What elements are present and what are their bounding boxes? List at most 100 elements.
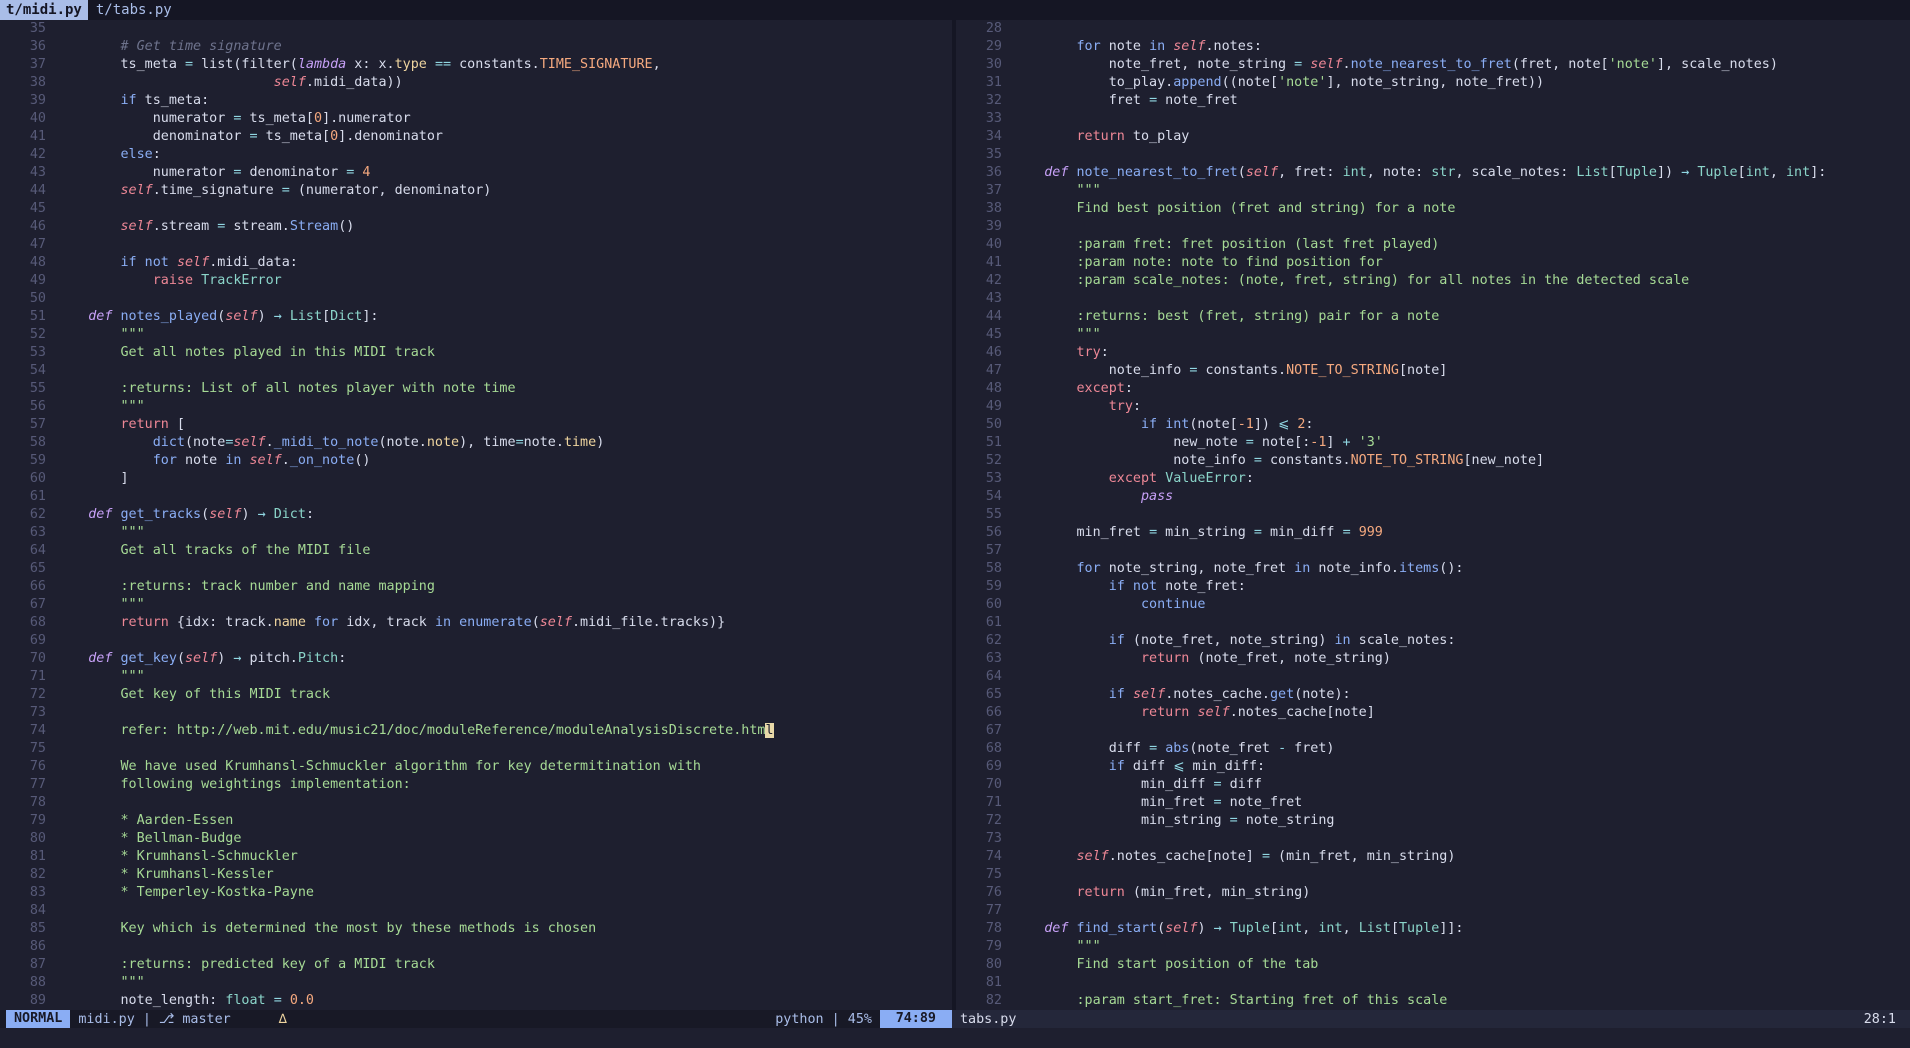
tab-active[interactable]: t/midi.py xyxy=(0,0,88,20)
code-line[interactable]: 40 numerator = ts_meta[0].numerator xyxy=(0,110,952,128)
code-line[interactable]: 55 :returns: List of all notes player wi… xyxy=(0,380,952,398)
code-line[interactable]: 59 for note in self._on_note() xyxy=(0,452,952,470)
code-line[interactable]: 54 pass xyxy=(956,488,1910,506)
code-line[interactable]: 46 try: xyxy=(956,344,1910,362)
code-line[interactable]: 47 note_info = constants.NOTE_TO_STRING[… xyxy=(956,362,1910,380)
code-line[interactable]: 71 """ xyxy=(0,668,952,686)
code-line[interactable]: 58 for note_string, note_fret in note_in… xyxy=(956,560,1910,578)
code-line[interactable]: 30 note_fret, note_string = self.note_ne… xyxy=(956,56,1910,74)
code-line[interactable]: 41 :param note: note to find position fo… xyxy=(956,254,1910,272)
code-line[interactable]: 70 def get_key(self) → pitch.Pitch: xyxy=(0,650,952,668)
code-line[interactable]: 42 :param scale_notes: (note, fret, stri… xyxy=(956,272,1910,290)
code-line[interactable]: 69 if diff ⩽ min_diff: xyxy=(956,758,1910,776)
code-line[interactable]: 77 following weightings implementation: xyxy=(0,776,952,794)
code-line[interactable]: 36 # Get time signature xyxy=(0,38,952,56)
code-line[interactable]: 39 xyxy=(956,218,1910,236)
code-line[interactable]: 65 if self.notes_cache.get(note): xyxy=(956,686,1910,704)
code-line[interactable]: 84 xyxy=(0,902,952,920)
code-line[interactable]: 74 refer: http://web.mit.edu/music21/doc… xyxy=(0,722,952,740)
code-line[interactable]: 88 """ xyxy=(0,974,952,992)
code-line[interactable]: 57 xyxy=(956,542,1910,560)
code-line[interactable]: 50 if int(note[-1]) ⩽ 2: xyxy=(956,416,1910,434)
code-line[interactable]: 70 min_diff = diff xyxy=(956,776,1910,794)
code-line[interactable]: 50 xyxy=(0,290,952,308)
editor-pane-right[interactable]: 28 29 for note in self.notes: 30 note_fret… xyxy=(956,20,1910,1020)
code-line[interactable]: 71 min_fret = note_fret xyxy=(956,794,1910,812)
code-line[interactable]: 68 diff = abs(note_fret - fret) xyxy=(956,740,1910,758)
code-line[interactable]: 66 return self.notes_cache[note] xyxy=(956,704,1910,722)
code-line[interactable]: 32 fret = note_fret xyxy=(956,92,1910,110)
code-line[interactable]: 31 to_play.append((note['note'], note_st… xyxy=(956,74,1910,92)
code-line[interactable]: 33 xyxy=(956,110,1910,128)
code-line[interactable]: 60 ] xyxy=(0,470,952,488)
code-line[interactable]: 36 def note_nearest_to_fret(self, fret: … xyxy=(956,164,1910,182)
code-line[interactable]: 28 xyxy=(956,20,1910,38)
code-line[interactable]: 80 * Bellman-Budge xyxy=(0,830,952,848)
code-line[interactable]: 72 min_string = note_string xyxy=(956,812,1910,830)
tab-inactive[interactable]: t/tabs.py xyxy=(90,0,178,20)
code-line[interactable]: 51 def notes_played(self) → List[Dict]: xyxy=(0,308,952,326)
code-line[interactable]: 72 Get key of this MIDI track xyxy=(0,686,952,704)
code-line[interactable]: 49 try: xyxy=(956,398,1910,416)
code-line[interactable]: 81 * Krumhansl-Schmuckler xyxy=(0,848,952,866)
code-line[interactable]: 80 Find start position of the tab xyxy=(956,956,1910,974)
code-line[interactable]: 62 if (note_fret, note_string) in scale_… xyxy=(956,632,1910,650)
code-line[interactable]: 44 :returns: best (fret, string) pair fo… xyxy=(956,308,1910,326)
code-line[interactable]: 79 * Aarden-Essen xyxy=(0,812,952,830)
code-line[interactable]: 58 dict(note=self._midi_to_note(note.not… xyxy=(0,434,952,452)
command-line[interactable] xyxy=(0,1028,1910,1048)
code-line[interactable]: 38 self.midi_data)) xyxy=(0,74,952,92)
code-line[interactable]: 74 self.notes_cache[note] = (min_fret, m… xyxy=(956,848,1910,866)
code-line[interactable]: 51 new_note = note[:-1] + '3' xyxy=(956,434,1910,452)
code-line[interactable]: 54 xyxy=(0,362,952,380)
code-line[interactable]: 53 Get all notes played in this MIDI tra… xyxy=(0,344,952,362)
code-line[interactable]: 29 for note in self.notes: xyxy=(956,38,1910,56)
code-line[interactable]: 87 :returns: predicted key of a MIDI tra… xyxy=(0,956,952,974)
code-line[interactable]: 46 self.stream = stream.Stream() xyxy=(0,218,952,236)
editor-pane-left[interactable]: 35 36 # Get time signature 37 ts_meta = li… xyxy=(0,20,952,1020)
code-line[interactable]: 41 denominator = ts_meta[0].denominator xyxy=(0,128,952,146)
code-line[interactable]: 55 xyxy=(956,506,1910,524)
code-line[interactable]: 73 xyxy=(956,830,1910,848)
code-line[interactable]: 64 xyxy=(956,668,1910,686)
code-line[interactable]: 43 numerator = denominator = 4 xyxy=(0,164,952,182)
code-line[interactable]: 75 xyxy=(956,866,1910,884)
code-line[interactable]: 64 Get all tracks of the MIDI file xyxy=(0,542,952,560)
code-line[interactable]: 56 """ xyxy=(0,398,952,416)
code-line[interactable]: 45 xyxy=(0,200,952,218)
code-line[interactable]: 40 :param fret: fret position (last fret… xyxy=(956,236,1910,254)
code-line[interactable]: 67 """ xyxy=(0,596,952,614)
code-line[interactable]: 73 xyxy=(0,704,952,722)
code-line[interactable]: 45 """ xyxy=(956,326,1910,344)
code-line[interactable]: 57 return [ xyxy=(0,416,952,434)
code-line[interactable]: 59 if not note_fret: xyxy=(956,578,1910,596)
code-line[interactable]: 52 note_info = constants.NOTE_TO_STRING[… xyxy=(956,452,1910,470)
code-line[interactable]: 44 self.time_signature = (numerator, den… xyxy=(0,182,952,200)
code-line[interactable]: 37 """ xyxy=(956,182,1910,200)
code-line[interactable]: 78 xyxy=(0,794,952,812)
code-line[interactable]: 65 xyxy=(0,560,952,578)
code-line[interactable]: 60 continue xyxy=(956,596,1910,614)
code-line[interactable]: 69 xyxy=(0,632,952,650)
code-line[interactable]: 34 return to_play xyxy=(956,128,1910,146)
code-line[interactable]: 85 Key which is determined the most by t… xyxy=(0,920,952,938)
code-line[interactable]: 63 return (note_fret, note_string) xyxy=(956,650,1910,668)
code-line[interactable]: 82 * Krumhansl-Kessler xyxy=(0,866,952,884)
code-line[interactable]: 75 xyxy=(0,740,952,758)
code-line[interactable]: 38 Find best position (fret and string) … xyxy=(956,200,1910,218)
code-line[interactable]: 48 if not self.midi_data: xyxy=(0,254,952,272)
code-line[interactable]: 76 return (min_fret, min_string) xyxy=(956,884,1910,902)
code-line[interactable]: 47 xyxy=(0,236,952,254)
code-line[interactable]: 42 else: xyxy=(0,146,952,164)
code-line[interactable]: 83 * Temperley-Kostka-Payne xyxy=(0,884,952,902)
code-line[interactable]: 68 return {idx: track.name for idx, trac… xyxy=(0,614,952,632)
code-line[interactable]: 61 xyxy=(0,488,952,506)
code-line[interactable]: 67 xyxy=(956,722,1910,740)
code-line[interactable]: 63 """ xyxy=(0,524,952,542)
code-line[interactable]: 35 xyxy=(0,20,952,38)
code-line[interactable]: 82 :param start_fret: Starting fret of t… xyxy=(956,992,1910,1010)
code-line[interactable]: 62 def get_tracks(self) → Dict: xyxy=(0,506,952,524)
code-line[interactable]: 56 min_fret = min_string = min_diff = 99… xyxy=(956,524,1910,542)
code-line[interactable]: 53 except ValueError: xyxy=(956,470,1910,488)
code-line[interactable]: 37 ts_meta = list(filter(lambda x: x.typ… xyxy=(0,56,952,74)
